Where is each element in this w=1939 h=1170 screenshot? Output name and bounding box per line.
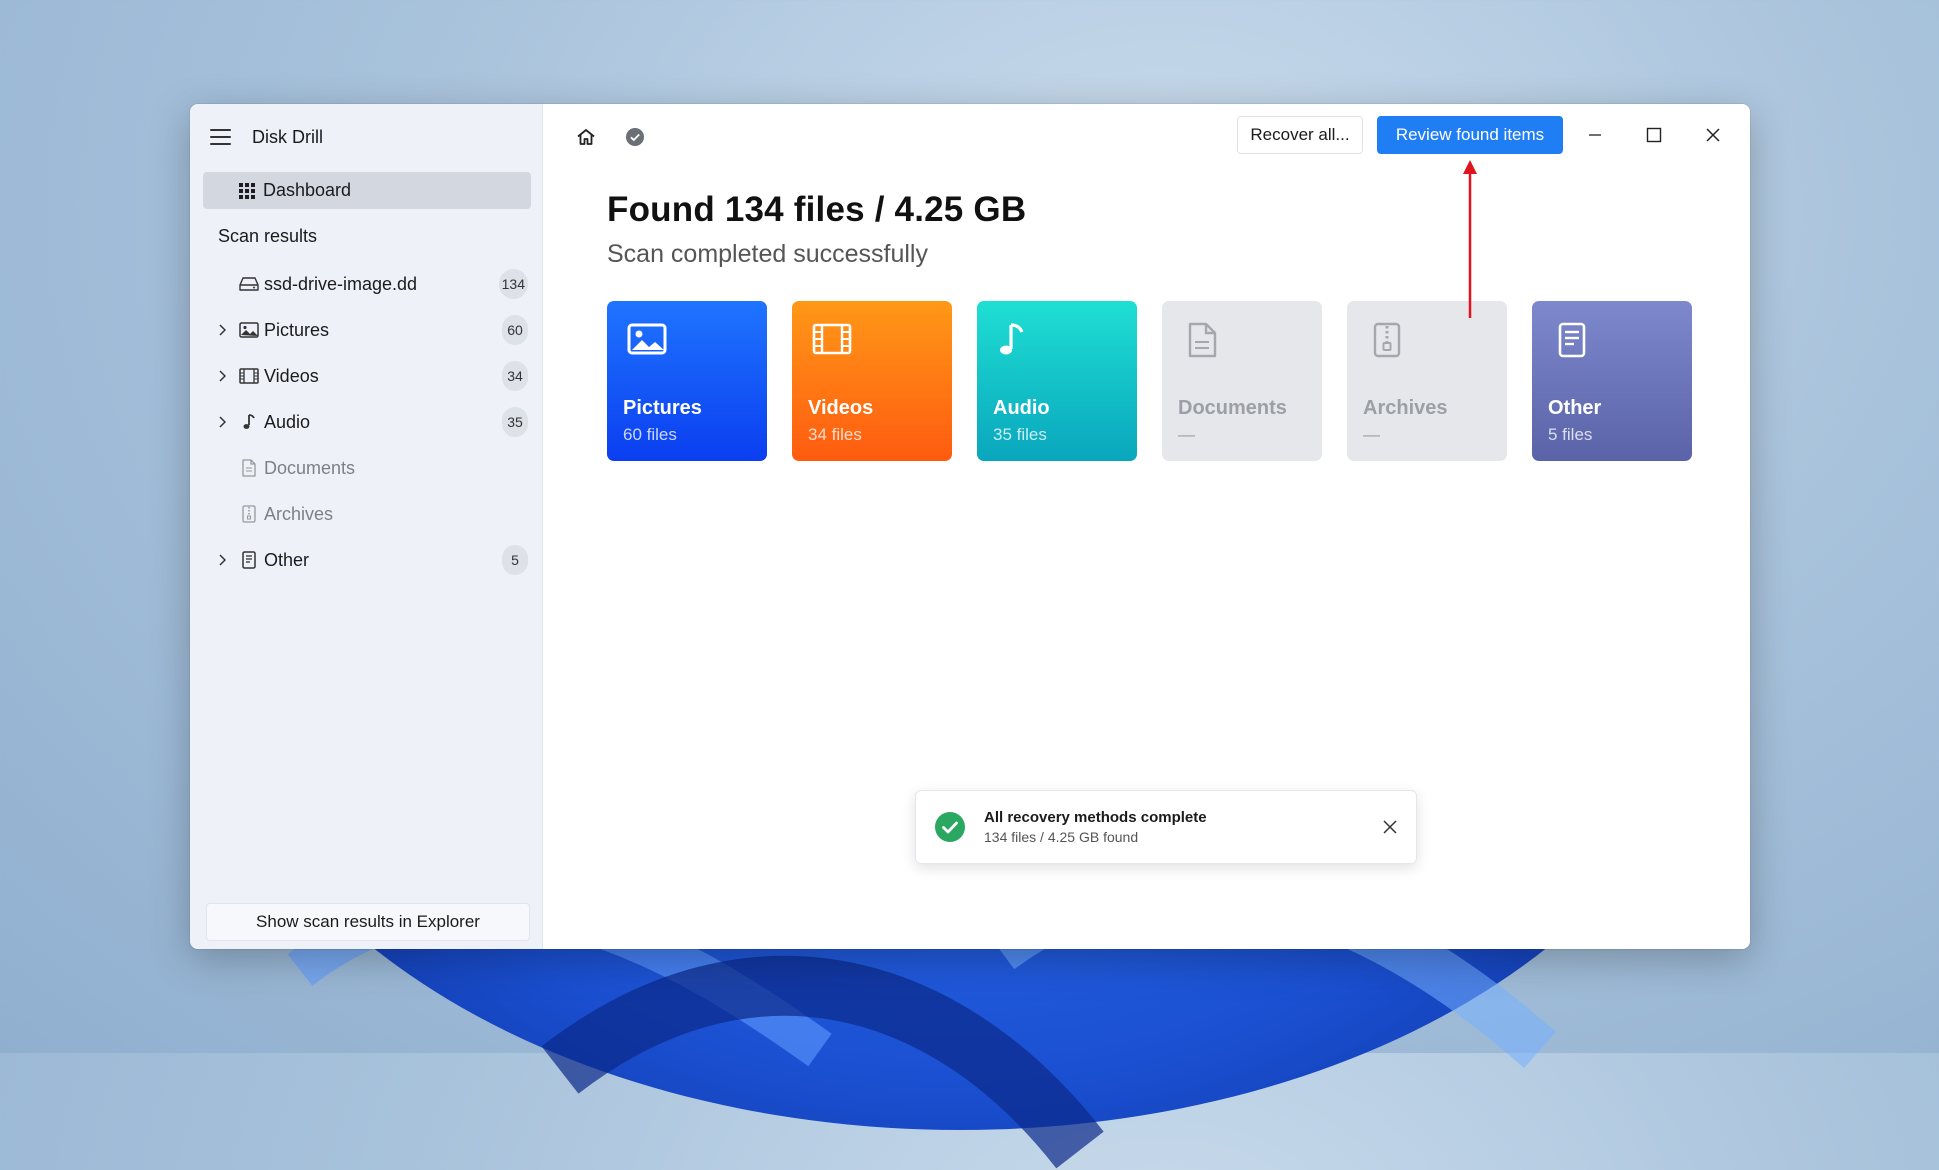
maximize-icon[interactable] [1639, 120, 1669, 150]
chevron-right-icon[interactable] [218, 413, 228, 431]
tile-count: 5 files [1548, 425, 1593, 444]
other-file-icon [1558, 322, 1586, 358]
sidebar-item-ssd-drive-image[interactable]: ssd-drive-image.dd 134 [190, 265, 542, 303]
main-panel: Recover all... Review found items Found … [543, 104, 1750, 949]
sidebar-item-label: Other [264, 549, 310, 570]
tile-documents[interactable]: Documents — [1162, 301, 1322, 461]
archive-icon [1373, 322, 1401, 358]
sidebar-item-videos[interactable]: Videos 34 [190, 357, 542, 395]
count-badge: 5 [502, 545, 528, 575]
tile-count: — [1178, 425, 1195, 444]
sidebar-item-label: ssd-drive-image.dd [264, 273, 418, 294]
sidebar-item-documents[interactable]: Documents [190, 449, 542, 487]
count-badge: 60 [502, 315, 528, 345]
found-headline: Found 134 files / 4.25 GB [607, 190, 1027, 229]
tile-name: Documents [1178, 397, 1287, 419]
sidebar-item-pictures[interactable]: Pictures 60 [190, 311, 542, 349]
chevron-right-icon[interactable] [218, 321, 228, 339]
home-icon[interactable] [573, 124, 599, 150]
document-icon [1188, 322, 1217, 358]
app-header: Disk Drill [210, 122, 323, 152]
sidebar-item-label: Audio [264, 411, 311, 432]
tile-pictures[interactable]: Pictures 60 files [607, 301, 767, 461]
picture-icon [627, 323, 667, 355]
count-badge: 35 [502, 407, 528, 437]
tile-count: — [1363, 425, 1380, 444]
sidebar-item-label: Videos [264, 365, 319, 386]
tile-name: Audio [993, 397, 1050, 419]
drive-icon [238, 273, 260, 295]
document-icon [238, 457, 260, 479]
film-icon [238, 365, 260, 387]
tile-name: Other [1548, 397, 1602, 419]
picture-icon [238, 319, 260, 341]
recover-all-button[interactable]: Recover all... [1237, 116, 1363, 154]
scan-status: Scan completed successfully [607, 240, 928, 268]
tile-other[interactable]: Other 5 files [1532, 301, 1692, 461]
tile-count: 35 files [993, 425, 1047, 444]
review-found-items-button[interactable]: Review found items [1377, 116, 1563, 154]
close-icon[interactable] [1378, 815, 1402, 839]
recovery-complete-toast: All recovery methods complete 134 files … [915, 790, 1417, 864]
tile-name: Videos [808, 397, 874, 419]
app-title: Disk Drill [252, 126, 323, 147]
tile-name: Archives [1363, 397, 1448, 419]
tile-videos[interactable]: Videos 34 files [792, 301, 952, 461]
disk-drill-window: Disk Drill Dashboard Scan results ssd-dr… [190, 104, 1750, 949]
sidebar-item-label: Archives [264, 503, 334, 524]
sidebar-item-archives[interactable]: Archives [190, 495, 542, 533]
count-badge: 134 [498, 269, 528, 299]
scan-results-heading: Scan results [218, 226, 318, 246]
tile-archives[interactable]: Archives — [1347, 301, 1507, 461]
tile-audio[interactable]: Audio 35 files [977, 301, 1137, 461]
tile-count: 60 files [623, 425, 677, 444]
grid-icon [239, 182, 255, 199]
success-check-icon [935, 812, 965, 842]
count-badge: 34 [502, 361, 528, 391]
sidebar-item-audio[interactable]: Audio 35 [190, 403, 542, 441]
toast-title: All recovery methods complete [984, 809, 1207, 826]
sidebar-item-label: Documents [264, 457, 356, 478]
sidebar-item-other[interactable]: Other 5 [190, 541, 542, 579]
sidebar-item-label: Dashboard [263, 180, 352, 200]
music-note-icon [1000, 323, 1024, 355]
minimize-icon[interactable] [1580, 120, 1610, 150]
show-in-explorer-button[interactable]: Show scan results in Explorer [206, 903, 530, 941]
music-note-icon [238, 411, 260, 433]
tile-name: Pictures [623, 397, 702, 419]
sidebar: Disk Drill Dashboard Scan results ssd-dr… [190, 104, 543, 949]
hamburger-menu-icon[interactable] [210, 129, 231, 145]
chevron-right-icon[interactable] [218, 551, 228, 569]
film-icon [812, 323, 852, 355]
archive-icon [238, 503, 260, 525]
sidebar-item-dashboard[interactable]: Dashboard [203, 172, 531, 209]
close-icon[interactable] [1698, 120, 1728, 150]
other-file-icon [238, 549, 260, 571]
scan-complete-check-icon[interactable] [622, 124, 648, 150]
tile-count: 34 files [808, 425, 862, 444]
sidebar-item-label: Pictures [264, 319, 330, 340]
chevron-right-icon[interactable] [218, 367, 228, 385]
toast-subtitle: 134 files / 4.25 GB found [984, 829, 1139, 845]
